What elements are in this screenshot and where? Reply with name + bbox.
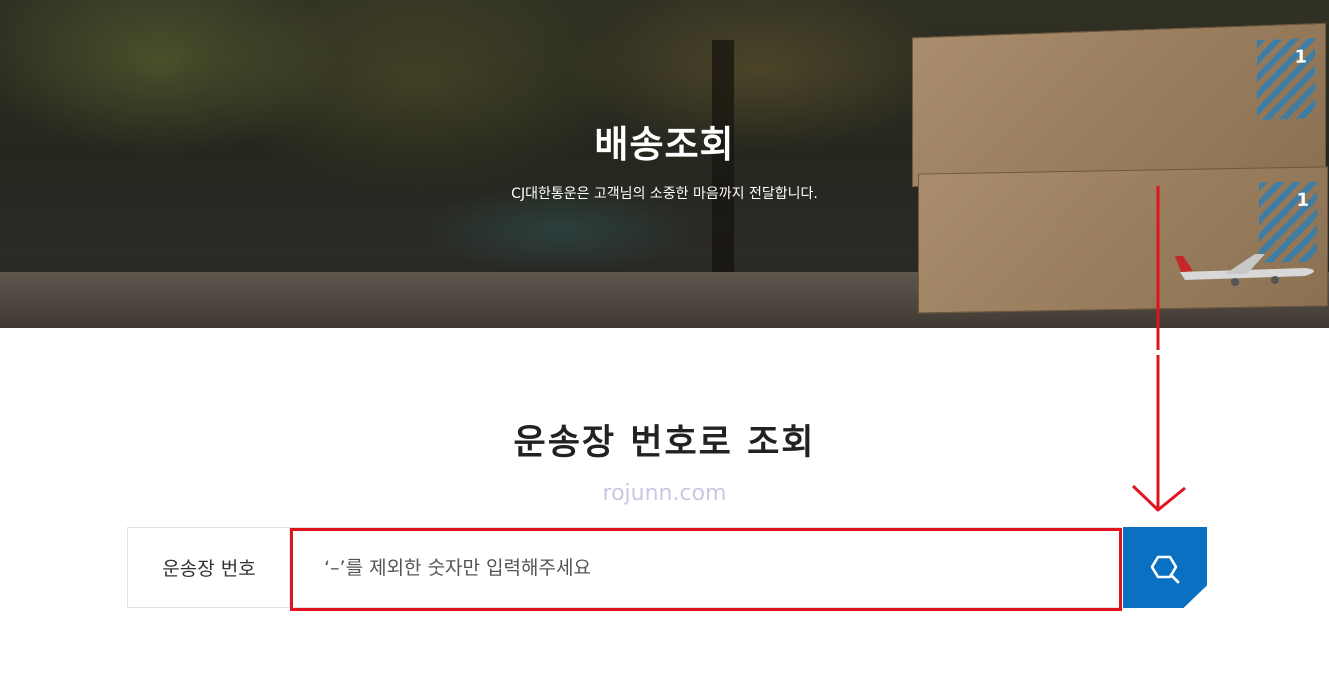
invoice-number-input[interactable] [290, 528, 1120, 607]
invoice-input-wrapper [289, 527, 1121, 608]
search-icon [1150, 555, 1180, 583]
invoice-label-text: 운송장 번호 [162, 558, 256, 580]
page-subtitle: CJ대한통운은 고객님의 소중한 마음까지 전달합니다. [511, 186, 818, 202]
invoice-label: 운송장 번호 [127, 527, 290, 608]
page-title: 배송조회 [594, 123, 735, 166]
search-button[interactable] [1123, 527, 1207, 608]
box-number-mark: 1 [1294, 46, 1307, 68]
tracking-search-form: 운송장 번호 [127, 527, 1207, 608]
watermark-text: rojunn.com [602, 481, 727, 506]
toy-airplane-image [1175, 254, 1314, 286]
hero-banner: 1 1 배송조회 CJ대한통운은 고객님의 소중한 마음까지 전달합니다. [0, 0, 1329, 328]
section-title: 운송장 번호로 조회 [513, 423, 816, 463]
